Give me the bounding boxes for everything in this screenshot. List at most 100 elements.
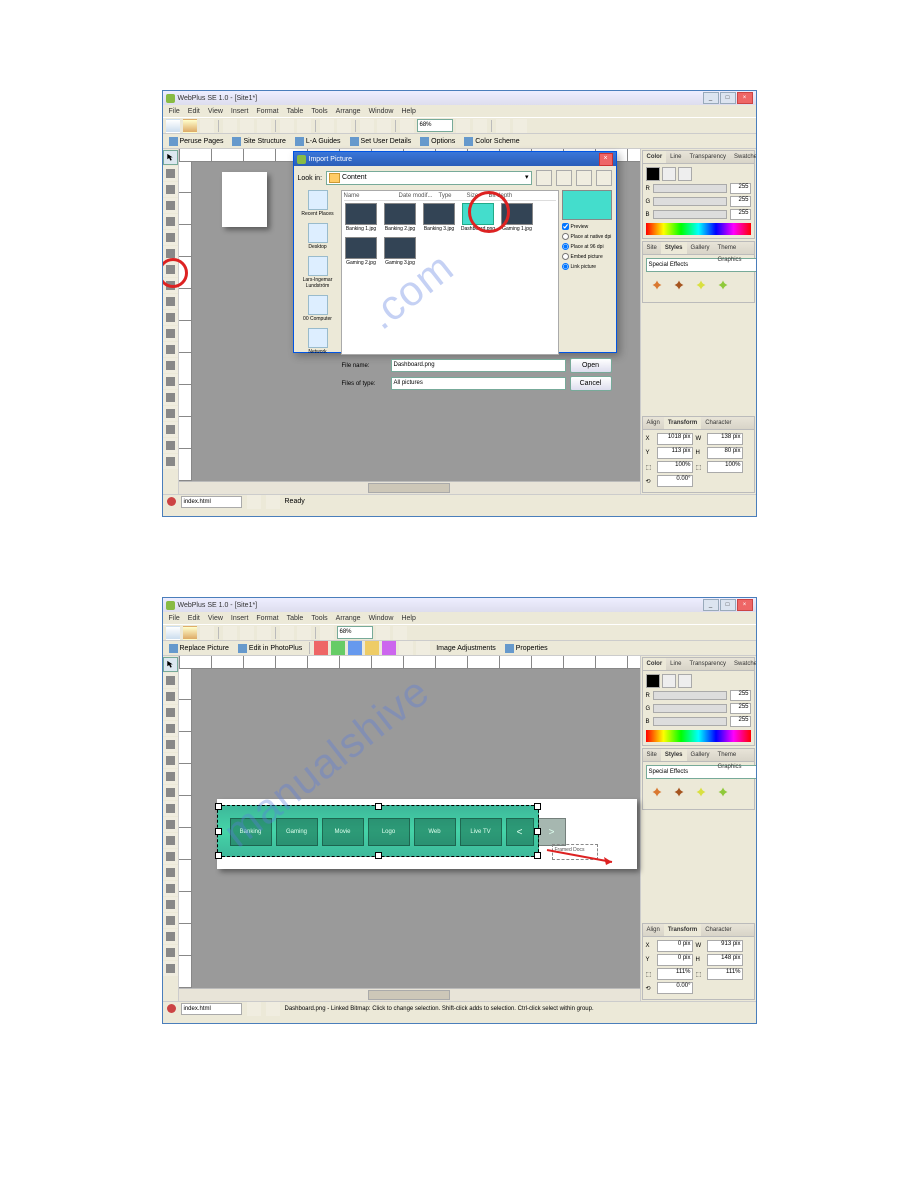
up-icon[interactable] <box>556 170 572 186</box>
link-radio[interactable] <box>562 263 569 270</box>
menu-insert[interactable]: Insert <box>231 108 249 115</box>
cut-icon[interactable] <box>223 626 237 640</box>
sy-input[interactable]: 111% <box>707 968 743 980</box>
swatches-tab[interactable]: Swatches <box>730 658 757 670</box>
edit-photoplus-button[interactable]: Edit in PhotoPlus <box>235 644 305 653</box>
preview-icon[interactable] <box>320 119 334 133</box>
menu-view[interactable]: View <box>208 615 223 622</box>
character-tab[interactable]: Character <box>701 417 735 429</box>
native-dpi-radio[interactable] <box>562 233 569 240</box>
zoom-value[interactable]: 68% <box>337 626 373 639</box>
color-scheme-button[interactable]: Color Scheme <box>461 137 522 146</box>
x-input[interactable]: 1018 pix <box>657 433 693 445</box>
gallery-tab[interactable]: Gallery <box>687 242 714 254</box>
canvas[interactable]: Banking Gaming Movie Logo Web Live TV < … <box>192 669 640 988</box>
style-preset-1[interactable] <box>648 279 666 297</box>
align-tab[interactable]: Align <box>643 924 664 936</box>
minimize-button[interactable]: _ <box>703 92 719 104</box>
rollover-tool[interactable] <box>163 945 178 960</box>
sx-input[interactable]: 100% <box>657 461 693 473</box>
site-structure-button[interactable]: Site Structure <box>229 137 288 146</box>
table-tool[interactable] <box>163 833 178 848</box>
zoom-out-icon[interactable] <box>320 626 334 640</box>
line-tab[interactable]: Line <box>666 658 685 670</box>
properties-button[interactable]: Properties <box>502 644 551 653</box>
peruse-pages-button[interactable]: Peruse Pages <box>166 137 227 146</box>
page-selector[interactable]: index.html <box>181 1003 242 1015</box>
media-tool[interactable] <box>163 961 178 976</box>
style-preset-2[interactable] <box>670 786 688 804</box>
back-icon[interactable] <box>536 170 552 186</box>
menu-tools[interactable]: Tools <box>311 615 327 622</box>
snap-icon[interactable] <box>513 119 527 133</box>
redo-icon[interactable] <box>297 119 311 133</box>
form-tool[interactable] <box>163 390 178 405</box>
adj-icon-6[interactable] <box>399 641 413 655</box>
selection-handle[interactable] <box>375 852 382 859</box>
96dpi-radio[interactable] <box>562 243 569 250</box>
g-value[interactable]: 255 <box>730 703 751 714</box>
pointer-tool[interactable] <box>163 657 178 672</box>
selection-handle[interactable] <box>215 828 222 835</box>
text-frame-tool[interactable] <box>163 785 178 800</box>
fill-tool[interactable] <box>163 737 178 752</box>
adj-icon-1[interactable] <box>314 641 328 655</box>
text-swatch[interactable] <box>678 167 692 181</box>
transform-tab[interactable]: Transform <box>664 417 701 429</box>
line-swatch[interactable] <box>662 167 676 181</box>
guides-button[interactable]: L-A Guides <box>292 137 344 146</box>
style-preset-2[interactable] <box>670 279 688 297</box>
r-slider[interactable] <box>653 184 727 193</box>
close-button[interactable]: × <box>737 92 753 104</box>
menu-window[interactable]: Window <box>369 615 394 622</box>
w-input[interactable]: 138 pix <box>707 433 743 445</box>
nav-back-icon[interactable] <box>360 119 374 133</box>
file-item[interactable]: Gaming 1.jpg <box>500 203 535 232</box>
maximize-button[interactable]: □ <box>720 92 736 104</box>
open-button[interactable]: Open <box>570 358 612 373</box>
y-input[interactable]: 0 pix <box>657 954 693 966</box>
status-icon-1[interactable] <box>247 495 261 509</box>
h-input[interactable]: 80 pix <box>707 447 743 459</box>
horizontal-scrollbar[interactable] <box>179 988 640 1001</box>
menu-file[interactable]: File <box>169 108 180 115</box>
hotspot-tool[interactable] <box>163 913 178 928</box>
text-tool[interactable] <box>163 689 178 704</box>
undo-icon[interactable] <box>280 626 294 640</box>
rectangle-tool[interactable] <box>163 817 178 832</box>
maximize-button[interactable]: □ <box>720 599 736 611</box>
align-tab[interactable]: Align <box>643 417 664 429</box>
navbar-tool[interactable] <box>163 374 178 389</box>
hotspot-tool[interactable] <box>163 406 178 421</box>
transparency-tool[interactable] <box>163 753 178 768</box>
html-tool[interactable] <box>163 929 178 944</box>
r-slider[interactable] <box>653 691 727 700</box>
b-value[interactable]: 255 <box>730 716 751 727</box>
adj-icon-4[interactable] <box>365 641 379 655</box>
media-tool[interactable] <box>163 454 178 469</box>
g-slider[interactable] <box>653 704 726 713</box>
picture-tool[interactable] <box>163 801 178 816</box>
zoom-fit-icon[interactable] <box>393 626 407 640</box>
menu-format[interactable]: Format <box>256 615 278 622</box>
rollover-tool[interactable] <box>163 438 178 453</box>
save-icon[interactable] <box>200 119 214 133</box>
b-slider[interactable] <box>653 210 727 219</box>
network-place[interactable]: Network <box>308 328 328 355</box>
style-preset-3[interactable] <box>692 786 710 804</box>
navbar-tool[interactable] <box>163 881 178 896</box>
line-tool[interactable] <box>163 769 178 784</box>
adj-icon-2[interactable] <box>331 641 345 655</box>
status-icon-1[interactable] <box>247 1002 261 1016</box>
filename-input[interactable]: Dashboard.png <box>391 359 566 372</box>
calendar-tool[interactable] <box>163 342 178 357</box>
record-icon[interactable] <box>167 1004 176 1013</box>
transparency-tab[interactable]: Transparency <box>686 151 730 163</box>
file-item-dashboard[interactable]: Dashboard.png <box>461 203 496 232</box>
image-adjustments-button[interactable]: Image Adjustments <box>433 645 499 652</box>
calendar-tool[interactable] <box>163 849 178 864</box>
html-tool[interactable] <box>163 422 178 437</box>
file-item[interactable]: Gaming 3.jpg <box>383 237 418 266</box>
menu-insert[interactable]: Insert <box>231 615 249 622</box>
new-icon[interactable] <box>166 119 180 133</box>
